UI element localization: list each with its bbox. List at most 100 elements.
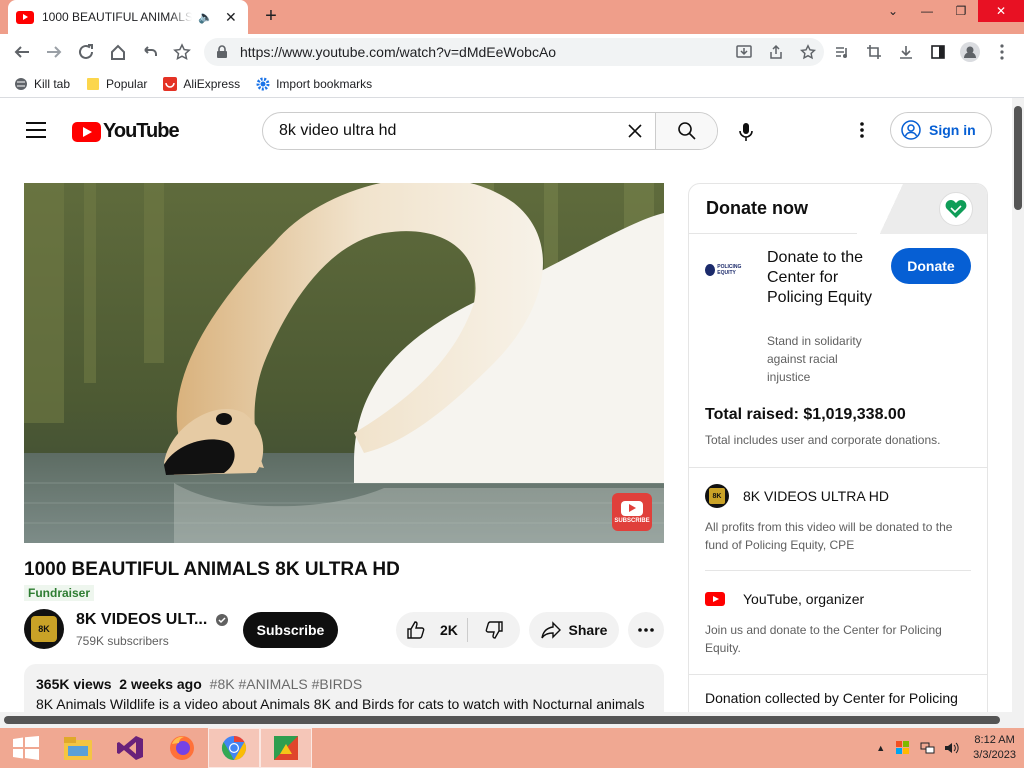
aliexpress-icon xyxy=(163,76,178,91)
subscribe-button[interactable]: Subscribe xyxy=(243,612,338,648)
sign-in-button[interactable]: Sign in xyxy=(890,112,992,148)
search-button[interactable] xyxy=(655,113,717,149)
video-title: 1000 BEAUTIFUL ANIMALS 8K ULTRA HD xyxy=(24,559,400,580)
start-button[interactable] xyxy=(0,728,52,768)
microphone-icon[interactable] xyxy=(734,120,758,144)
search-box: 8k video ultra hd xyxy=(262,112,718,150)
logo-wordmark: YouTube xyxy=(103,120,180,142)
share-label: Share xyxy=(568,622,608,638)
file-explorer-icon[interactable] xyxy=(52,728,104,768)
tray-expand-icon[interactable]: ▲ xyxy=(876,743,885,753)
more-actions-button[interactable] xyxy=(628,612,664,648)
undo-icon[interactable] xyxy=(134,36,166,68)
youtube-logo[interactable]: YouTube xyxy=(72,120,180,143)
crop-icon[interactable] xyxy=(858,44,890,60)
bookmark-star-icon[interactable] xyxy=(166,36,198,68)
hamburger-menu-icon[interactable] xyxy=(26,122,46,143)
restore-button[interactable]: ❐ xyxy=(944,0,978,22)
like-count: 2K xyxy=(440,622,458,638)
address-bar[interactable]: https://www.youtube.com/watch?v=dMdEeWob… xyxy=(204,38,824,66)
donor-entry: 8K 8K VIDEOS ULTRA HD All profits from t… xyxy=(705,484,973,554)
vertical-scrollbar[interactable] xyxy=(1012,98,1024,728)
visual-studio-icon[interactable] xyxy=(104,728,156,768)
policing-equity-logo: POLICING EQUITY xyxy=(705,264,755,276)
fundraiser-badge[interactable]: Fundraiser xyxy=(24,585,95,601)
speaker-icon[interactable]: 🔈 xyxy=(198,10,213,24)
clock[interactable]: 8:12 AM 3/3/2023 xyxy=(973,733,1016,763)
toolbar-right xyxy=(826,34,1018,70)
flag-icon[interactable] xyxy=(895,740,911,756)
org-tagline: Stand in solidarity against racial injus… xyxy=(767,334,862,384)
total-raised: Total raised: $1,019,338.00 xyxy=(705,406,906,423)
channel-name[interactable]: 8K VIDEOS ULT... xyxy=(76,611,229,629)
sign-in-label: Sign in xyxy=(929,122,976,138)
reload-icon[interactable] xyxy=(70,36,102,68)
org-name: Donate to the Center for Policing Equity xyxy=(767,249,872,306)
clear-search-icon[interactable] xyxy=(615,113,655,149)
profile-icon[interactable] xyxy=(954,42,986,62)
side-panel-icon[interactable] xyxy=(922,44,954,60)
browser-menu-icon[interactable] xyxy=(986,44,1018,60)
divider xyxy=(689,674,987,675)
view-count: 365K views xyxy=(36,676,112,692)
download-icon[interactable] xyxy=(890,44,922,60)
close-window-button[interactable]: ✕ xyxy=(978,0,1024,22)
media-control-icon[interactable] xyxy=(826,44,858,60)
minimize-button[interactable]: — xyxy=(910,0,944,22)
video-player[interactable]: SUBSCRIBE xyxy=(24,183,664,543)
share-arrow-icon xyxy=(540,621,561,639)
search-icon xyxy=(677,122,696,140)
close-tab-icon[interactable]: ✕ xyxy=(225,9,237,26)
share-button[interactable]: Share xyxy=(529,612,619,648)
chrome-taskbar-icon[interactable] xyxy=(208,728,260,768)
network-icon[interactable] xyxy=(919,740,935,756)
divider xyxy=(689,467,987,468)
new-tab-button[interactable]: + xyxy=(260,6,282,28)
tab-search-icon[interactable]: ⌄ xyxy=(876,0,910,22)
bookmark-label: Popular xyxy=(106,76,148,91)
star-icon[interactable] xyxy=(792,44,824,60)
hashtags[interactable]: #8K #ANIMALS #BIRDS xyxy=(210,676,363,692)
swan-video-frame xyxy=(24,183,664,543)
donate-title: Donate now xyxy=(706,198,808,218)
divider xyxy=(705,570,971,571)
dislike-button[interactable] xyxy=(468,620,520,640)
window-controls: ⌄ — ❐ ✕ xyxy=(876,0,1024,24)
horizontal-scrollbar[interactable] xyxy=(0,712,1012,728)
verified-check-icon xyxy=(216,614,229,626)
url-text[interactable]: https://www.youtube.com/watch?v=dMdEeWob… xyxy=(240,44,556,60)
windows-logo-icon xyxy=(13,736,39,760)
thumbs-up-icon xyxy=(407,621,425,639)
clock-time: 8:12 AM xyxy=(974,734,1015,746)
bookmark-kill-tab[interactable]: Kill tab xyxy=(14,77,70,91)
donate-panel: Donate now POLICING EQUITY Donate to the… xyxy=(688,183,988,728)
volume-icon[interactable] xyxy=(943,740,959,756)
entry-name[interactable]: YouTube xyxy=(743,591,798,607)
avatar-text: 8K xyxy=(709,488,725,504)
home-icon[interactable] xyxy=(102,36,134,68)
watermark-text: SUBSCRIBE xyxy=(614,517,650,524)
bookmark-label: AliExpress xyxy=(183,76,241,91)
install-icon[interactable] xyxy=(728,44,760,60)
bookmark-aliexpress[interactable]: AliExpress xyxy=(163,76,241,91)
channel-name-text: 8K VIDEOS ULT... xyxy=(76,611,208,628)
donate-button[interactable]: Donate xyxy=(891,248,971,284)
channel-avatar: 8K xyxy=(705,484,729,508)
entry-name[interactable]: 8K VIDEOS ULTRA HD xyxy=(743,488,889,504)
share-page-icon[interactable] xyxy=(760,44,792,60)
settings-dots-icon[interactable] xyxy=(850,122,874,138)
back-icon[interactable] xyxy=(6,36,38,68)
donate-org: POLICING EQUITY Donate to the Center for… xyxy=(689,234,987,418)
upload-age: 2 weeks ago xyxy=(119,676,202,692)
forward-icon[interactable] xyxy=(38,36,70,68)
donate-header: Donate now xyxy=(689,184,987,234)
app-taskbar-icon[interactable] xyxy=(260,728,312,768)
subscribe-watermark[interactable]: SUBSCRIBE xyxy=(612,493,652,531)
channel-avatar[interactable]: 8K xyxy=(24,609,64,649)
bookmark-import[interactable]: Import bookmarks xyxy=(256,77,372,91)
search-input[interactable]: 8k video ultra hd xyxy=(263,113,615,149)
bookmark-popular[interactable]: Popular xyxy=(86,77,147,91)
browser-tab[interactable]: 1000 BEAUTIFUL ANIMALS 8K ULTRA HD 🔈 ✕ xyxy=(8,0,248,34)
like-button[interactable]: 2K xyxy=(396,618,468,642)
firefox-icon[interactable] xyxy=(156,728,208,768)
